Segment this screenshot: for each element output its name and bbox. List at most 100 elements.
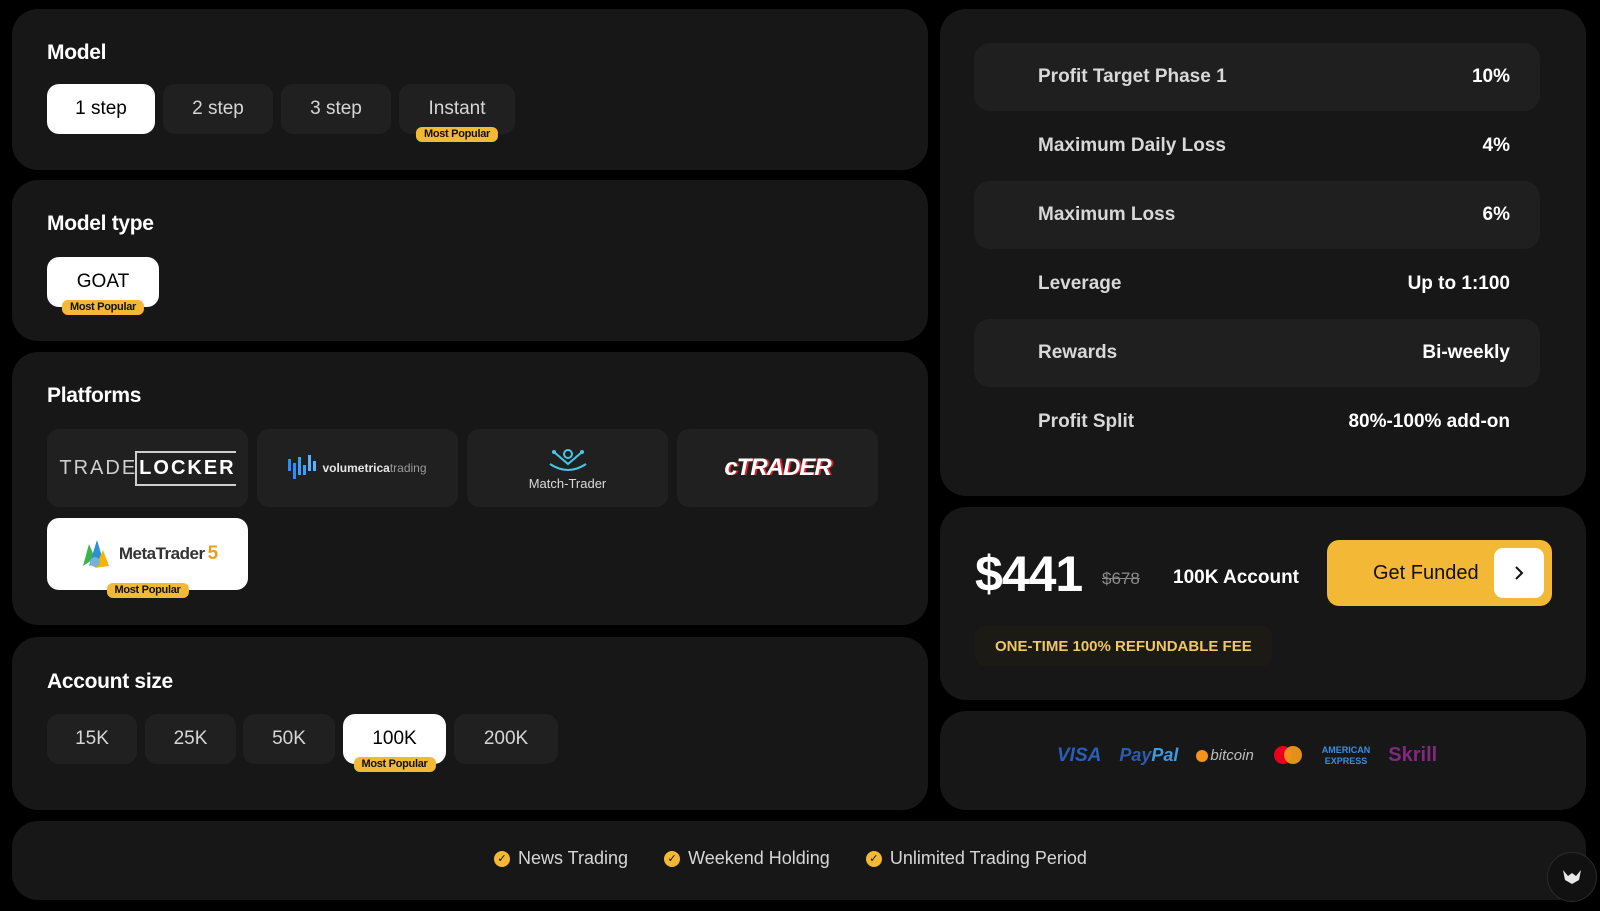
model-option-label: 2 step [192, 98, 244, 119]
tradelocker-logo-left: TRADE [59, 456, 138, 479]
most-popular-badge: Most Popular [106, 583, 189, 598]
match-trader-icon [548, 448, 587, 471]
account-size-label: 100K [372, 728, 417, 749]
model-title: Model [47, 41, 107, 64]
metatrader-icon [82, 540, 109, 568]
model-type-card: Model type GOAT Most Popular [12, 180, 928, 341]
payment-methods: VISA PayPal bitcoin AMERICAN EXPRESS Skr… [1057, 744, 1437, 767]
spec-value: Up to 1:100 [1407, 273, 1510, 294]
model-option-1-step[interactable]: 1 step [47, 84, 155, 134]
model-option-label: 3 step [310, 98, 362, 119]
volumetrica-icon [288, 455, 317, 479]
platform-match-trader[interactable]: Match-Trader [467, 429, 668, 507]
account-size-label: 50K [272, 728, 306, 749]
platform-metatrader-5[interactable]: MetaTrader 5 Most Popular [47, 518, 248, 598]
model-option-label: 1 step [75, 98, 127, 119]
bitcoin-logo: bitcoin [1196, 747, 1254, 764]
feature-item: ✓ News Trading [494, 848, 628, 869]
amex-logo-b: EXPRESS [1324, 755, 1368, 766]
tradelocker-logo: TRADE LOCKER [59, 450, 236, 486]
chat-widget-button[interactable] [1547, 852, 1597, 902]
fee-note: ONE-TIME 100% REFUNDABLE FEE [995, 637, 1252, 655]
account-size-title: Account size [47, 670, 173, 693]
spec-value: 4% [1482, 135, 1510, 156]
account-size-25k[interactable]: 25K [145, 714, 236, 764]
features-list: ✓ News Trading ✓ Weekend Holding ✓ Unlim… [494, 848, 1087, 869]
chevron-right-icon [1494, 548, 1544, 598]
platforms-title: Platforms [47, 384, 142, 407]
amex-logo-a: AMERICAN [1321, 744, 1371, 755]
account-size-15k[interactable]: 15K [47, 714, 137, 764]
platform-tradelocker[interactable]: TRADE LOCKER [47, 429, 248, 507]
platforms-card: Platforms TRADE LOCKER volumetrica tradi… [12, 352, 928, 625]
feature-label: News Trading [518, 848, 629, 868]
account-size-200k[interactable]: 200K [454, 714, 558, 764]
check-icon: ✓ [494, 850, 510, 867]
spec-value: 6% [1482, 204, 1510, 225]
bitcoin-icon [1196, 749, 1209, 762]
match-trader-logo: Match-Trader [528, 475, 607, 491]
account-size-50k[interactable]: 50K [243, 714, 335, 764]
spec-label: Rewards [1038, 342, 1118, 363]
spec-row-profit-split: Profit Split 80%-100% add-on [974, 388, 1540, 456]
spec-value: Bi-weekly [1422, 342, 1510, 363]
account-size-label: 15K [75, 728, 109, 749]
model-option-instant[interactable]: Instant Most Popular [399, 84, 515, 142]
goat-icon [1563, 870, 1581, 884]
account-size-card: Account size 15K 25K 50K 100K Most Popul… [12, 637, 928, 810]
feature-label: Weekend Holding [688, 848, 830, 868]
metatrader-logo-a: MetaTrader [118, 544, 205, 563]
spec-row-rewards: Rewards Bi-weekly [974, 319, 1540, 387]
get-funded-button[interactable]: Get Funded [1327, 540, 1552, 606]
spec-row-max-loss: Maximum Loss 6% [974, 181, 1540, 249]
account-size-label: 25K [173, 728, 208, 749]
spec-label: Profit Split [1038, 411, 1135, 432]
mastercard-icon [1273, 745, 1302, 764]
model-type-option-goat[interactable]: GOAT Most Popular [47, 257, 159, 315]
features-bar: ✓ News Trading ✓ Weekend Holding ✓ Unlim… [12, 821, 1586, 900]
spec-row-profit-target: Profit Target Phase 1 10% [974, 43, 1540, 111]
feature-item: ✓ Unlimited Trading Period [865, 848, 1087, 869]
model-type-option-label: GOAT [76, 271, 130, 292]
account-size-100k[interactable]: 100K Most Popular [343, 714, 446, 772]
spec-row-max-daily-loss: Maximum Daily Loss 4% [974, 112, 1540, 180]
volumetrica-logo-b: trading [389, 461, 427, 475]
model-option-label: Instant [428, 98, 486, 119]
account-size-label: 200K [483, 728, 529, 749]
check-icon: ✓ [664, 850, 681, 867]
feature-label: Unlimited Trading Period [889, 848, 1087, 868]
model-card: Model 1 step 2 step 3 step Instant Most … [12, 9, 928, 170]
pricing-card: $441 $678 100K Account Get Funded ONE-TI… [940, 507, 1586, 700]
old-price: $678 [1102, 569, 1140, 588]
spec-row-leverage: Leverage Up to 1:100 [974, 250, 1540, 318]
spec-label: Maximum Loss [1038, 204, 1176, 225]
platform-volumetrica[interactable]: volumetrica trading [257, 429, 458, 507]
bitcoin-label: bitcoin [1210, 747, 1254, 764]
platform-ctrader[interactable]: cTRADER [677, 429, 878, 507]
feature-item: ✓ Weekend Holding [664, 848, 830, 869]
tradelocker-logo-right: LOCKER [135, 450, 236, 486]
price: $441 [975, 546, 1083, 602]
model-option-3-step[interactable]: 3 step [281, 84, 391, 134]
skrill-logo: Skrill [1388, 744, 1438, 766]
check-icon: ✓ [865, 850, 882, 867]
most-popular-badge: Most Popular [415, 127, 499, 142]
spec-label: Maximum Daily Loss [1038, 135, 1226, 156]
model-option-2-step[interactable]: 2 step [163, 84, 273, 134]
paypal-logo-a: Pay [1119, 745, 1152, 765]
fee-note-badge: ONE-TIME 100% REFUNDABLE FEE [975, 626, 1272, 666]
specs-card: Profit Target Phase 1 10% Maximum Daily … [940, 9, 1586, 496]
ctrader-logo: cTRADER [724, 454, 831, 481]
spec-value: 10% [1471, 66, 1510, 87]
paypal-logo: PayPal [1119, 745, 1178, 766]
paypal-logo-b: Pal [1151, 745, 1179, 765]
spec-label: Profit Target Phase 1 [1038, 66, 1227, 87]
metatrader-logo-b: 5 [207, 543, 219, 564]
visa-logo: VISA [1057, 744, 1102, 766]
spec-label: Leverage [1038, 273, 1122, 294]
account-label: 100K Account [1173, 567, 1299, 588]
spec-value: 80%-100% add-on [1348, 411, 1510, 432]
amex-logo: AMERICAN EXPRESS [1322, 745, 1371, 767]
model-type-title: Model type [47, 212, 154, 235]
volumetrica-logo-a: volumetrica [322, 461, 390, 475]
